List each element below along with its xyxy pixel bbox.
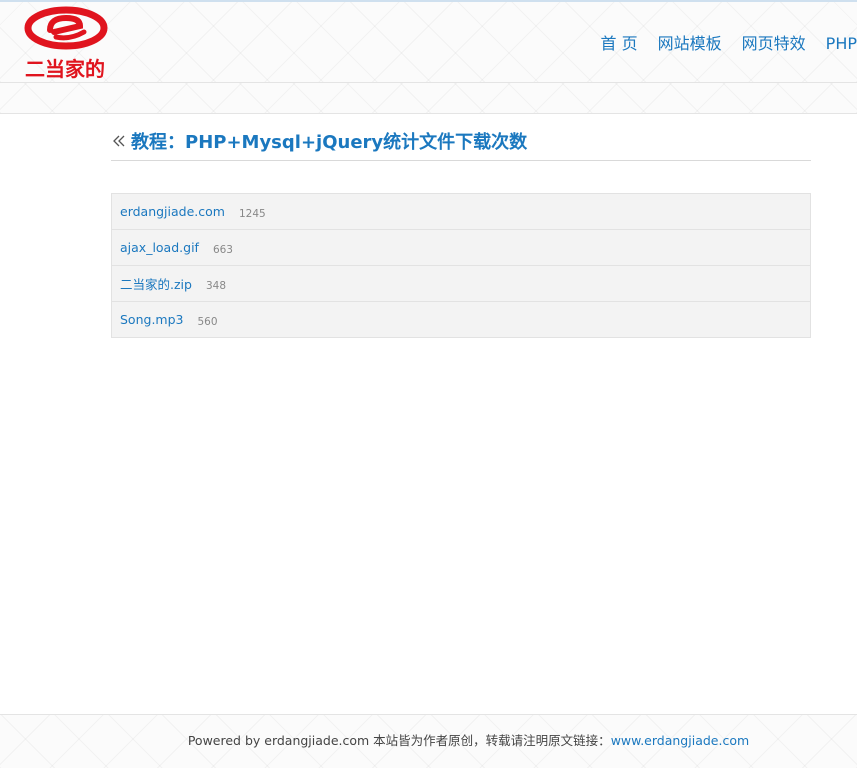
list-item: erdangjiade.com 1245: [112, 194, 810, 230]
double-chevron-left-icon[interactable]: [111, 133, 127, 149]
list-item: Song.mp3 560: [112, 302, 810, 338]
footer-text: Powered by erdangjiade.com 本站皆为作者原创，转载请注…: [188, 730, 749, 749]
main-content: 教程：PHP+Mysql+jQuery统计文件下载次数 erdangjiade.…: [111, 114, 811, 338]
file-link[interactable]: 二当家的.zip: [120, 274, 192, 293]
nav-templates[interactable]: 网站模板: [658, 33, 722, 55]
logo-text: 二当家的: [25, 57, 105, 80]
nav-effects[interactable]: 网页特效: [742, 33, 806, 55]
nav-php[interactable]: PHP: [826, 33, 857, 55]
nav-home[interactable]: 首 页: [601, 33, 638, 55]
download-count: 560: [197, 316, 218, 328]
logo-e-icon: 二当家的: [24, 6, 108, 81]
list-item: 二当家的.zip 348: [112, 266, 810, 302]
download-count: 348: [205, 280, 226, 292]
site-logo[interactable]: 二当家的: [20, 6, 112, 81]
download-count: 663: [212, 244, 233, 256]
list-item: ajax_load.gif 663: [112, 230, 810, 266]
download-count: 1245: [238, 208, 266, 220]
page-title: 教程：PHP+Mysql+jQuery统计文件下载次数: [131, 132, 528, 153]
site-header: 二当家的 首 页 网站模板 网页特效 PHP: [0, 0, 857, 82]
sub-bar: [0, 82, 857, 114]
main-nav: 首 页 网站模板 网页特效 PHP: [581, 33, 857, 55]
title-row: 教程：PHP+Mysql+jQuery统计文件下载次数: [111, 131, 811, 161]
file-link[interactable]: Song.mp3: [120, 312, 183, 327]
file-link[interactable]: erdangjiade.com: [120, 204, 225, 219]
footer-copyright: Powered by erdangjiade.com 本站皆为作者原创，转载请注…: [187, 733, 611, 748]
file-link[interactable]: ajax_load.gif: [120, 240, 199, 255]
footer-link[interactable]: www.erdangjiade.com: [611, 733, 749, 748]
site-footer: Powered by erdangjiade.com 本站皆为作者原创，转载请注…: [0, 714, 857, 768]
file-list: erdangjiade.com 1245 ajax_load.gif 663 二…: [111, 193, 811, 338]
